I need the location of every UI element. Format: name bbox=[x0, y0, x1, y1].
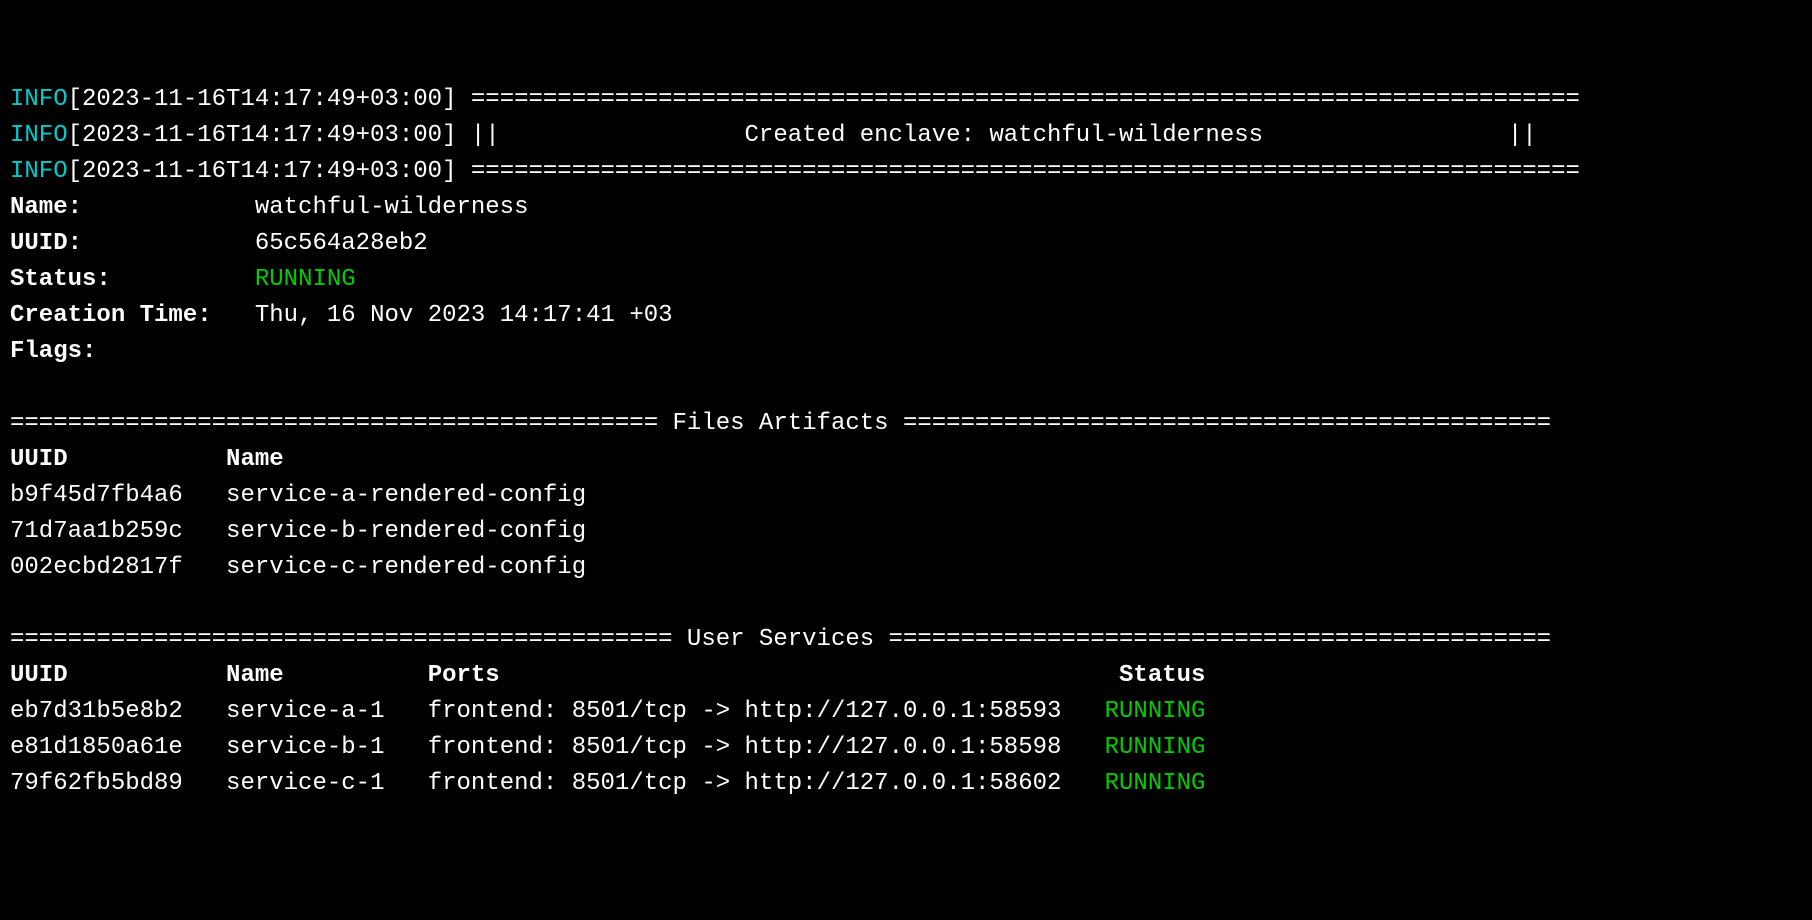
artifact-name: service-a-rendered-config bbox=[226, 482, 586, 509]
service-uuid: 79f62fb5bd89 bbox=[10, 770, 183, 797]
services-header-uuid: UUID bbox=[10, 662, 68, 689]
service-uuid: e81d1850a61e bbox=[10, 734, 183, 761]
service-name: service-a-1 bbox=[226, 698, 384, 725]
banner-value: watchful-wilderness bbox=[989, 122, 1263, 149]
info-uuid-value: 65c564a28eb2 bbox=[255, 230, 428, 257]
artifact-uuid: 002ecbd2817f bbox=[10, 554, 183, 581]
log-timestamp: [2023-11-16T14:17:49+03:00] bbox=[68, 122, 457, 149]
artifact-name: service-b-rendered-config bbox=[226, 518, 586, 545]
service-status: RUNNING bbox=[1105, 770, 1206, 797]
service-ports: frontend: 8501/tcp -> http://127.0.0.1:5… bbox=[428, 698, 1062, 725]
info-name-label: Name: bbox=[10, 194, 82, 221]
services-title: User Services bbox=[687, 626, 874, 653]
log-level: INFO bbox=[10, 86, 68, 113]
log-level: INFO bbox=[10, 158, 68, 185]
services-header-status: Status bbox=[1119, 662, 1205, 689]
service-status: RUNNING bbox=[1105, 734, 1206, 761]
service-status: RUNNING bbox=[1105, 698, 1206, 725]
services-header-ports: Ports bbox=[428, 662, 500, 689]
banner-label: Created enclave: bbox=[745, 122, 975, 149]
service-name: service-c-1 bbox=[226, 770, 384, 797]
artifact-name: service-c-rendered-config bbox=[226, 554, 586, 581]
log-timestamp: [2023-11-16T14:17:49+03:00] bbox=[68, 158, 457, 185]
log-level: INFO bbox=[10, 122, 68, 149]
log-divider: ========================================… bbox=[471, 86, 1580, 113]
info-uuid-label: UUID: bbox=[10, 230, 82, 257]
info-flags-label: Flags: bbox=[10, 338, 96, 365]
service-ports: frontend: 8501/tcp -> http://127.0.0.1:5… bbox=[428, 734, 1062, 761]
info-status-value: RUNNING bbox=[255, 266, 356, 293]
info-name-value: watchful-wilderness bbox=[255, 194, 529, 221]
terminal-output: INFO[2023-11-16T14:17:49+03:00] ========… bbox=[10, 82, 1802, 802]
artifact-uuid: 71d7aa1b259c bbox=[10, 518, 183, 545]
artifact-uuid: b9f45d7fb4a6 bbox=[10, 482, 183, 509]
services-header-name: Name bbox=[226, 662, 284, 689]
service-name: service-b-1 bbox=[226, 734, 384, 761]
artifacts-header-uuid: UUID bbox=[10, 446, 68, 473]
info-creation-label: Creation Time: bbox=[10, 302, 212, 329]
artifacts-title: Files Artifacts bbox=[673, 410, 889, 437]
service-uuid: eb7d31b5e8b2 bbox=[10, 698, 183, 725]
artifacts-header-name: Name bbox=[226, 446, 284, 473]
log-divider: ========================================… bbox=[471, 158, 1580, 185]
info-status-label: Status: bbox=[10, 266, 111, 293]
log-timestamp: [2023-11-16T14:17:49+03:00] bbox=[68, 86, 457, 113]
info-creation-value: Thu, 16 Nov 2023 14:17:41 +03 bbox=[255, 302, 673, 329]
service-ports: frontend: 8501/tcp -> http://127.0.0.1:5… bbox=[428, 770, 1062, 797]
